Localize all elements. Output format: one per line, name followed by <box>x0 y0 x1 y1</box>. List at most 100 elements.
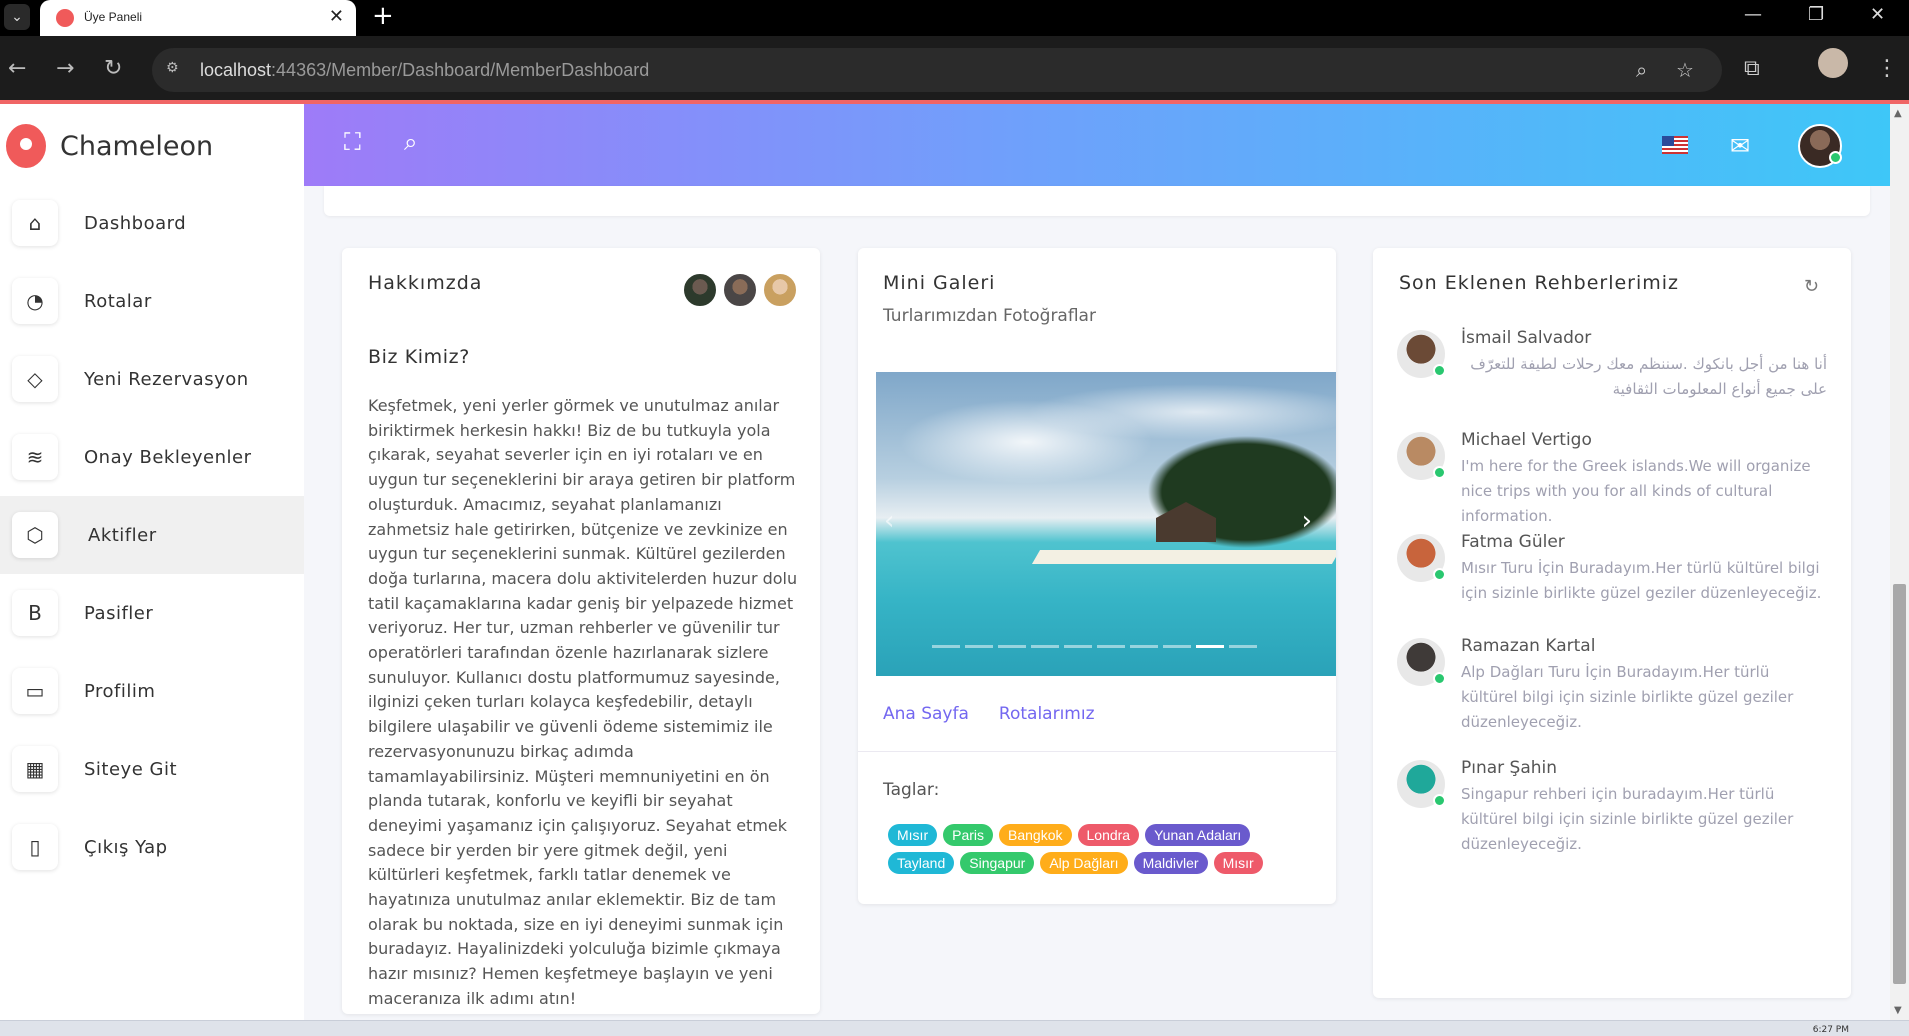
carousel-indicator[interactable] <box>1196 645 1224 648</box>
avatar <box>762 272 798 308</box>
mail-icon[interactable]: ✉ <box>1730 132 1750 160</box>
browser-tab[interactable]: Üye Paneli ✕ <box>40 0 356 36</box>
avatar <box>1397 432 1446 480</box>
os-taskbar: 6:27 PM <box>0 1020 1909 1036</box>
carousel-indicator[interactable] <box>1163 645 1191 648</box>
sidebar-item-profilim[interactable]: ▭ Profilim <box>0 652 304 730</box>
chevron-left-icon[interactable]: ‹ <box>884 506 894 536</box>
carousel-indicator[interactable] <box>1229 645 1257 648</box>
scroll-down-icon[interactable]: ▼ <box>1894 1005 1902 1016</box>
extensions-icon[interactable]: ⧉ <box>1744 56 1760 81</box>
gallery-title: Mini Galeri <box>883 272 996 294</box>
sidebar-item-yeni-rezervasyon[interactable]: ◇ Yeni Rezervasyon <box>0 340 304 418</box>
sidebar-item-dashboard[interactable]: ⌂ Dashboard <box>0 184 304 262</box>
sidebar-item-pasifler[interactable]: B Pasifler <box>0 574 304 652</box>
address-bar: ← → ↻ ⚙ localhost:44363/Member/Dashboard… <box>0 36 1909 100</box>
us-flag-icon[interactable] <box>1662 136 1688 154</box>
tab-close-icon[interactable]: ✕ <box>329 6 344 27</box>
gallery-links: Ana Sayfa Rotalarımız <box>883 704 1125 724</box>
guides-title: Son Eklenen Rehberlerimiz <box>1399 272 1680 294</box>
sidebar-item-label: Pasifler <box>84 602 154 624</box>
sidebar-item-label: Dashboard <box>84 212 187 234</box>
restore-icon[interactable]: ❐ <box>1808 4 1824 25</box>
new-tab-icon[interactable]: + <box>372 3 394 29</box>
reload-icon[interactable]: ↻ <box>104 56 122 81</box>
back-icon[interactable]: ← <box>8 56 26 81</box>
profile-avatar[interactable] <box>1818 48 1848 78</box>
sidebar-item-siteye-git[interactable]: ▦ Siteye Git <box>0 730 304 808</box>
refresh-icon[interactable]: ↻ <box>1804 276 1819 297</box>
browser-menu-icon[interactable]: ⋮ <box>1876 56 1898 81</box>
about-avatars <box>678 272 798 308</box>
avatar <box>1397 534 1446 582</box>
sidebar-item-onay-bekleyenler[interactable]: ≋ Onay Bekleyenler <box>0 418 304 496</box>
chevron-right-icon[interactable]: › <box>1302 506 1312 536</box>
minimize-icon[interactable]: — <box>1744 4 1762 25</box>
url-field[interactable]: ⚙ localhost:44363/Member/Dashboard/Membe… <box>152 48 1722 92</box>
sidebar-item-rotalar[interactable]: ◔ Rotalar <box>0 262 304 340</box>
carousel-indicator[interactable] <box>965 645 993 648</box>
close-window-icon[interactable]: ✕ <box>1870 4 1885 25</box>
about-text: Keşfetmek, yeni yerler görmek ve unutulm… <box>368 396 798 1008</box>
tag-badge[interactable]: Londra <box>1077 824 1140 846</box>
sidebar-item-cikis-yap[interactable]: ▯ Çıkış Yap <box>0 808 304 886</box>
guide-name: Michael Vertigo <box>1461 430 1592 450</box>
sidebar-item-aktifler[interactable]: ⬡ Aktifler <box>0 496 304 574</box>
carousel-indicator[interactable] <box>1064 645 1092 648</box>
tag-badge[interactable]: Maldivler <box>1133 852 1208 874</box>
layout-icon: ▦ <box>12 746 58 792</box>
user-avatar[interactable] <box>1798 124 1842 168</box>
bold-b-icon: B <box>12 590 58 636</box>
tag-list: Mısır Paris Bangkok Londra Yunan Adaları Tayl… <box>888 824 1308 880</box>
tag-badge[interactable]: Mısır <box>888 824 938 846</box>
sidebar-item-label: Rotalar <box>84 290 152 312</box>
sidebar-item-label: Çıkış Yap <box>84 836 168 858</box>
carousel-indicator[interactable] <box>1031 645 1059 648</box>
link-rotalarimiz[interactable]: Rotalarımız <box>999 704 1095 724</box>
tags-label: Taglar: <box>883 780 940 800</box>
page-scrollbar[interactable]: ▲ ▼ <box>1890 104 1909 1020</box>
fullscreen-icon[interactable]: ⛶ <box>344 128 361 156</box>
divider <box>858 751 1336 752</box>
url-text: localhost:44363/Member/Dashboard/MemberD… <box>200 60 650 80</box>
tag-badge[interactable]: Tayland <box>888 852 955 874</box>
zoom-icon[interactable]: ⌕ <box>1636 58 1647 82</box>
sidebar-item-label: Yeni Rezervasyon <box>84 368 249 390</box>
home-icon: ⌂ <box>12 200 58 246</box>
tag-badge[interactable]: Bangkok <box>999 824 1072 846</box>
brand[interactable]: Chameleon <box>6 122 213 170</box>
avatar <box>722 272 758 308</box>
forward-icon[interactable]: → <box>56 56 74 81</box>
gallery-subtitle: Turlarımızdan Fotoğraflar <box>883 306 1096 326</box>
guide-description: Mısır Turu İçin Buradayım.Her türlü kült… <box>1461 559 1822 602</box>
guide-name: Fatma Güler <box>1461 532 1565 552</box>
book-icon: ▯ <box>12 824 58 870</box>
chameleon-logo-icon <box>6 124 46 168</box>
tag-badge[interactable]: Singapur <box>960 852 1035 874</box>
tag-badge[interactable]: Alp Dağları <box>1040 852 1128 874</box>
link-ana-sayfa[interactable]: Ana Sayfa <box>883 704 969 724</box>
top-card-strip <box>324 186 1870 216</box>
box-icon: ⬡ <box>12 512 58 558</box>
search-icon[interactable]: ⌕ <box>404 128 417 156</box>
carousel-indicator[interactable] <box>1130 645 1158 648</box>
guide-name: Pınar Şahin <box>1461 758 1558 778</box>
tag-badge[interactable]: Paris <box>943 824 994 846</box>
carousel-indicator[interactable] <box>1097 645 1125 648</box>
carousel-indicator[interactable] <box>932 645 960 648</box>
scroll-up-icon[interactable]: ▲ <box>1894 108 1902 119</box>
brand-name: Chameleon <box>60 130 214 162</box>
tag-badge[interactable]: Mısır <box>1213 852 1263 874</box>
tab-title: Üye Paneli <box>84 10 143 24</box>
layers-icon: ≋ <box>12 434 58 480</box>
tag-badge[interactable]: Yunan Adaları <box>1145 824 1251 846</box>
sand-spit <box>1031 550 1336 564</box>
site-info-icon[interactable]: ⚙ <box>166 60 179 76</box>
taskbar-clock: 6:27 PM <box>1812 1025 1849 1035</box>
pie-chart-icon: ◔ <box>12 278 58 324</box>
scroll-thumb[interactable] <box>1893 584 1906 984</box>
tab-search-button[interactable]: ⌄ <box>4 4 30 30</box>
bookmark-star-icon[interactable]: ☆ <box>1676 58 1694 82</box>
carousel-indicator[interactable] <box>998 645 1026 648</box>
guides-card: Son Eklenen Rehberlerimiz ↻ İsmail Salva… <box>1373 248 1851 998</box>
